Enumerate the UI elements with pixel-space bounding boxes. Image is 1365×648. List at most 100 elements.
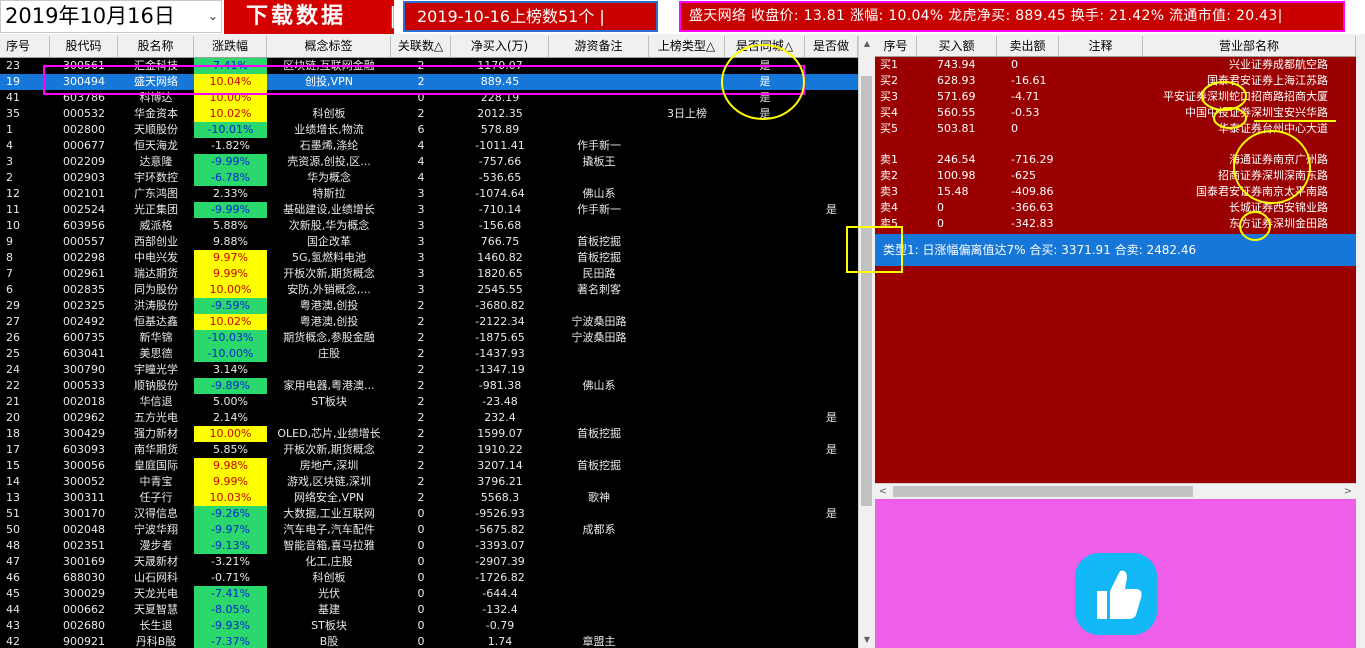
sell-seat-row[interactable]: 卖4 0 -366.63 长城证券西安锦业路: [875, 200, 1356, 216]
table-row[interactable]: 13 300311 任子行 10.03% 网络安全,VPN 2 5568.3 歌神: [0, 490, 858, 506]
buy-seat-row[interactable]: 买4 560.55 -0.53 中国中投证券深圳宝安兴华路: [875, 105, 1356, 121]
row-list-type: 3日上榜: [667, 107, 707, 120]
sell-seat-row[interactable]: 卖2 100.98 -625 招商证券深圳深南东路: [875, 168, 1356, 184]
table-row[interactable]: 51 300170 汉得信息 -9.26% 大数据,工业互联网 0 -9526.93 是: [0, 506, 858, 522]
row-code: 300311: [63, 491, 105, 504]
seat-dept-name: 兴业证券成都航空路: [1229, 58, 1328, 71]
table-row[interactable]: 42 900921 丹科B股 -7.37% B股 0 1.74 章盟主: [0, 634, 858, 648]
scroll-right-icon[interactable]: >: [1340, 484, 1356, 500]
sell-seat-row[interactable]: 卖1 246.54 -716.29 海通证券南京广州路: [875, 152, 1356, 168]
row-concept: [267, 90, 391, 106]
table-row[interactable]: 12 002101 广东鸿图 2.33% 特斯拉 3 -1074.64 佛山系: [0, 186, 858, 202]
buy-seat-row[interactable]: 买1 743.94 0 兴业证券成都航空路: [875, 57, 1356, 73]
col-header-net-buy[interactable]: 净买入(万): [451, 36, 549, 57]
table-row[interactable]: 6 002835 同为股份 10.00% 安防,外销概念,... 3 2545.55 著名刺客: [0, 282, 858, 298]
table-row[interactable]: 19 300494 盛天网络 10.04% 创投,VPN 2 889.45 是: [0, 74, 858, 90]
row-seq: 19: [6, 75, 20, 88]
table-row[interactable]: 15 300056 皇庭国际 9.98% 房地产,深圳 2 3207.14 首板挖掘: [0, 458, 858, 474]
table-row[interactable]: 4 000677 恒天海龙 -1.82% 石墨烯,涤纶 4 -1011.41 作手新一: [0, 138, 858, 154]
table-row[interactable]: 25 603041 美思德 -10.00% 庄股 2 -1437.93: [0, 346, 858, 362]
row-seq: 27: [6, 315, 20, 328]
col-header-list-type[interactable]: 上榜类型△: [649, 36, 725, 57]
table-row[interactable]: 9 000557 西部创业 9.88% 国企改革 3 766.75 首板挖掘: [0, 234, 858, 250]
seat-buy-amount: 560.55: [937, 106, 976, 119]
scrollbar-thumb[interactable]: [861, 76, 872, 506]
table-row[interactable]: 44 000662 天夏智慧 -8.05% 基建 0 -132.4: [0, 602, 858, 618]
table-row[interactable]: 22 000533 顺钠股份 -9.89% 家用电器,粤港澳... 2 -981.38 佛山系: [0, 378, 858, 394]
table-row[interactable]: 23 300561 汇金科技 7.41% 区块链,互联网金融 2 1170.07 是: [0, 58, 858, 74]
row-net-buy: 3796.21: [477, 475, 523, 488]
table-row[interactable]: 27 002492 恒基达鑫 10.02% 粤港澳,创投 2 -2122.34 宁波桑田路: [0, 314, 858, 330]
seat-col-seq[interactable]: 序号: [875, 36, 917, 56]
row-extra: [805, 298, 858, 314]
row-trader-note: 作手新一: [577, 139, 621, 152]
row-extra: [805, 346, 858, 362]
chevron-down-icon[interactable]: ⌄: [208, 1, 218, 32]
col-header-code[interactable]: 股代码: [50, 36, 118, 57]
table-row[interactable]: 35 000532 华金资本 10.02% 科创板 2 2012.35 3日上榜 是: [0, 106, 858, 122]
buy-seat-row[interactable]: 买2 628.93 -16.61 国泰君安证券上海江苏路: [875, 73, 1356, 89]
row-change: -9.93%: [194, 618, 267, 634]
table-row[interactable]: 29 002325 洪涛股份 -9.59% 粤港澳,创投 2 -3680.82: [0, 298, 858, 314]
col-header-same-city[interactable]: 是否同城△: [725, 36, 805, 57]
table-row[interactable]: 48 002351 漫步者 -9.13% 智能音箱,喜马拉雅 0 -3393.07: [0, 538, 858, 554]
table-row[interactable]: 18 300429 强力新材 10.00% OLED,芯片,业绩增长 2 1599.07 首板…: [0, 426, 858, 442]
table-row[interactable]: 1 002800 天顺股份 -10.01% 业绩增长,物流 6 578.89: [0, 122, 858, 138]
table-row[interactable]: 43 002680 长生退 -9.93% ST板块 0 -0.79: [0, 618, 858, 634]
table-row[interactable]: 47 300169 天晟新材 -3.21% 化工,庄股 0 -2907.39: [0, 554, 858, 570]
seat-col-note[interactable]: 注释: [1059, 36, 1143, 56]
table-row[interactable]: 46 688030 山石网科 -0.71% 科创板 0 -1726.82: [0, 570, 858, 586]
table-row[interactable]: 50 002048 宁波华翔 -9.97% 汽车电子,汽车配件 0 -5675.82 成都系: [0, 522, 858, 538]
row-extra: [805, 314, 858, 330]
download-data-button[interactable]: 下载数据 |: [224, 0, 396, 34]
table-row[interactable]: 3 002209 达意隆 -9.99% 壳资源,创投,区... 4 -757.66 撬板王: [0, 154, 858, 170]
row-change: -3.21%: [211, 555, 250, 568]
table-row[interactable]: 20 002962 五方光电 2.14% 2 232.4 是: [0, 410, 858, 426]
table-row[interactable]: 21 002018 华信退 5.00% ST板块 2 -23.48: [0, 394, 858, 410]
row-seq: 3: [6, 155, 13, 168]
col-header-name[interactable]: 股名称: [118, 36, 194, 57]
row-concept: 次新股,华为概念: [288, 219, 370, 232]
thumbs-up-icon[interactable]: [1075, 553, 1157, 635]
table-row[interactable]: 41 603786 科博达 10.00% 0 228.19 是: [0, 90, 858, 106]
col-header-trader-note[interactable]: 游资备注: [549, 36, 649, 57]
table-row[interactable]: 2 002903 宇环数控 -6.78% 华为概念 4 -536.65: [0, 170, 858, 186]
table-row[interactable]: 26 600735 新华锦 -10.03% 期货概念,参股金融 2 -1875.65 宁波桑田…: [0, 330, 858, 346]
seat-col-dept[interactable]: 营业部名称: [1143, 36, 1356, 56]
row-code: 603093: [63, 443, 105, 456]
sell-seat-row[interactable]: 卖5 0 -342.83 东方证券深圳金田路: [875, 216, 1356, 232]
scroll-left-icon[interactable]: <: [875, 484, 891, 500]
table-row[interactable]: 11 002524 光正集团 -9.99% 基础建设,业绩增长 3 -710.14 作手新一 是: [0, 202, 858, 218]
row-concept: 开板次新,期货概念: [283, 267, 375, 280]
col-header-extra[interactable]: 是否做: [805, 36, 858, 57]
table-row[interactable]: 17 603093 南华期货 5.85% 开板次新,期货概念 2 1910.22 是: [0, 442, 858, 458]
scroll-down-icon[interactable]: ▼: [859, 632, 875, 648]
sell-seat-row[interactable]: 卖3 15.48 -409.86 国泰君安证券南京太平南路: [875, 184, 1356, 200]
download-data-label: 下载数据: [246, 4, 347, 29]
hscrollbar-thumb[interactable]: [893, 486, 1193, 497]
seat-summary-bar[interactable]: 类型1: 日涨幅偏离值达7% 合买: 3371.91 合卖: 2482.46: [875, 234, 1356, 266]
buy-seat-row[interactable]: 买5 503.81 0 华泰证券台州中心大道: [875, 121, 1356, 137]
row-related: 0: [417, 91, 425, 104]
scroll-up-icon[interactable]: ▲: [859, 36, 875, 52]
horizontal-scrollbar[interactable]: < >: [875, 483, 1356, 499]
col-header-seq[interactable]: 序号: [0, 36, 50, 57]
table-row[interactable]: 14 300052 中青宝 9.99% 游戏,区块链,深圳 2 3796.21: [0, 474, 858, 490]
vertical-scrollbar[interactable]: ▲ ▼: [858, 36, 874, 648]
buy-seat-row[interactable]: 买3 571.69 -4.71 平安证券深圳蛇口招商路招商大厦: [875, 89, 1356, 105]
row-extra: [805, 122, 858, 138]
row-related: 2: [417, 491, 425, 504]
table-row[interactable]: 8 002298 中电兴发 9.97% 5G,氢燃料电池 3 1460.82 首板挖掘: [0, 250, 858, 266]
table-row[interactable]: 45 300029 天龙光电 -7.41% 光伏 0 -644.4: [0, 586, 858, 602]
col-header-related[interactable]: 关联数△: [391, 36, 451, 57]
seat-col-buy[interactable]: 买入额: [917, 36, 997, 56]
table-row[interactable]: 7 002961 瑞达期货 9.99% 开板次新,期货概念 3 1820.65 民田路: [0, 266, 858, 282]
row-code: 000662: [63, 603, 105, 616]
date-picker[interactable]: 2019年10月16日 ⌄: [0, 0, 222, 33]
table-row[interactable]: 24 300790 宇瞳光学 3.14% 2 -1347.19: [0, 362, 858, 378]
col-header-change[interactable]: 涨跌幅: [194, 36, 267, 57]
table-row[interactable]: 10 603956 威派格 5.88% 次新股,华为概念 3 -156.68: [0, 218, 858, 234]
seat-sell-amount: 0: [1011, 122, 1018, 135]
seat-col-sell[interactable]: 卖出额: [997, 36, 1059, 56]
col-header-concept[interactable]: 概念标签: [267, 36, 391, 57]
